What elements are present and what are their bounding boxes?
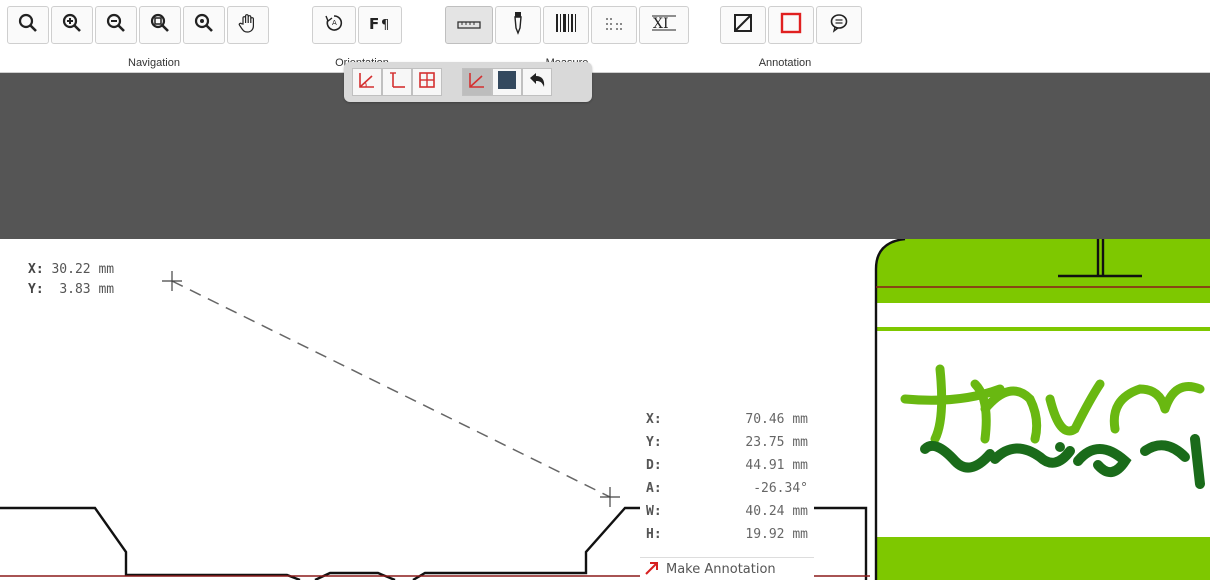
zoom-icon [18, 13, 38, 37]
readout-label: A: [646, 481, 662, 496]
document-artwork [0, 239, 1210, 580]
undo-button[interactable] [522, 68, 552, 96]
color-picker-icon [512, 11, 524, 39]
barcode-button[interactable] [543, 6, 589, 44]
fill-square-icon [497, 70, 517, 94]
angle-mode-icon [468, 71, 486, 93]
zoom-in-button[interactable] [51, 6, 93, 44]
readout-row-x: X: 70.46 mm [640, 408, 814, 431]
readout-value: 23.75 mm [745, 435, 808, 450]
rotate-button[interactable]: A [312, 6, 356, 44]
navigation-group [7, 6, 269, 46]
grid-measure-icon [418, 71, 436, 93]
readout-label: H: [646, 527, 662, 542]
readout-value: 40.24 mm [745, 504, 808, 519]
readout-row-h: H: 19.92 mm [640, 523, 814, 546]
orientation-group: A F ¶ [312, 6, 402, 46]
annotation-group-label: Annotation [758, 57, 812, 69]
start-y-label: Y: [28, 282, 44, 297]
comment-annotation-icon [829, 13, 849, 37]
measure-submenu [344, 62, 592, 102]
readout-label: X: [646, 412, 662, 427]
readout-value: 19.92 mm [745, 527, 808, 542]
viewer-app: A F ¶ XI Navigation Annotation X: 30.22 … [0, 0, 1210, 580]
zoom-button[interactable] [7, 6, 49, 44]
zoom-out-button[interactable] [95, 6, 137, 44]
measure-group: XI [445, 6, 689, 46]
line-annotation-icon [733, 13, 753, 37]
flip-icon: F ¶ [368, 13, 392, 37]
top-toolbar: A F ¶ XI Navigation Annotation [0, 0, 1210, 73]
zoom-fit-button[interactable] [139, 6, 181, 44]
comment-annotation-button[interactable] [816, 6, 862, 44]
perpendicular-measure-button[interactable] [382, 68, 412, 96]
zoom-fit-icon [150, 13, 170, 37]
pan-button[interactable] [227, 6, 269, 44]
rectangle-annotation-button[interactable] [768, 6, 814, 44]
svg-text:¶: ¶ [381, 18, 389, 33]
barcode-icon [555, 13, 577, 37]
measurement-readout: X: 70.46 mm Y: 23.75 mm D: 44.91 mm A: -26.3… [640, 408, 814, 546]
text-measure-icon: XI [651, 14, 677, 36]
diagonal-arrow-icon [644, 560, 660, 580]
dot-grid-button[interactable] [591, 6, 637, 44]
fill-square-button[interactable] [492, 68, 522, 96]
angle-measure-button[interactable] [352, 68, 382, 96]
zoom-in-icon [62, 13, 82, 37]
readout-row-a: A: -26.34° [640, 477, 814, 500]
color-picker-button[interactable] [495, 6, 541, 44]
angle-mode-button[interactable] [462, 68, 492, 96]
readout-label: W: [646, 504, 662, 519]
line-annotation-button[interactable] [720, 6, 766, 44]
readout-row-w: W: 40.24 mm [640, 500, 814, 523]
readout-row-y: Y: 23.75 mm [640, 431, 814, 454]
readout-value: 70.46 mm [745, 412, 808, 427]
readout-label: Y: [646, 435, 662, 450]
svg-text:F: F [369, 15, 379, 33]
make-annotation-button[interactable]: Make Annotation [640, 557, 814, 580]
navigation-group-label: Navigation [128, 57, 180, 69]
measure-line [171, 280, 611, 498]
readout-row-d: D: 44.91 mm [640, 454, 814, 477]
rotate-icon: A [323, 12, 345, 38]
zoom-actual-button[interactable] [183, 6, 225, 44]
canvas-background [0, 73, 1210, 239]
start-y-value: 3.83 mm [59, 282, 115, 297]
ruler-icon [457, 16, 481, 35]
ruler-button[interactable] [445, 6, 493, 44]
start-crosshair-icon [162, 271, 182, 291]
start-x-label: X: [28, 262, 44, 277]
end-crosshair-icon [600, 487, 620, 507]
start-x-value: 30.22 mm [51, 262, 115, 277]
pan-hand-icon [237, 12, 259, 38]
readout-label: D: [646, 458, 662, 473]
angle-measure-icon [358, 71, 376, 93]
readout-value: 44.91 mm [745, 458, 808, 473]
make-annotation-label: Make Annotation [666, 562, 776, 577]
undo-arrow-icon [527, 71, 547, 93]
zoom-out-icon [106, 13, 126, 37]
annotation-group [720, 6, 862, 46]
flip-button[interactable]: F ¶ [358, 6, 402, 44]
text-measure-button[interactable]: XI [639, 6, 689, 44]
dot-grid-icon [605, 16, 623, 35]
rectangle-annotation-icon [780, 12, 802, 38]
perpendicular-measure-icon [388, 71, 406, 93]
readout-value: -26.34° [753, 481, 808, 496]
grid-measure-button[interactable] [412, 68, 442, 96]
svg-text:A: A [332, 19, 337, 27]
start-point-coordinates: X: 30.22 mm Y: 3.83 mm [28, 260, 114, 300]
zoom-actual-icon [194, 13, 214, 37]
